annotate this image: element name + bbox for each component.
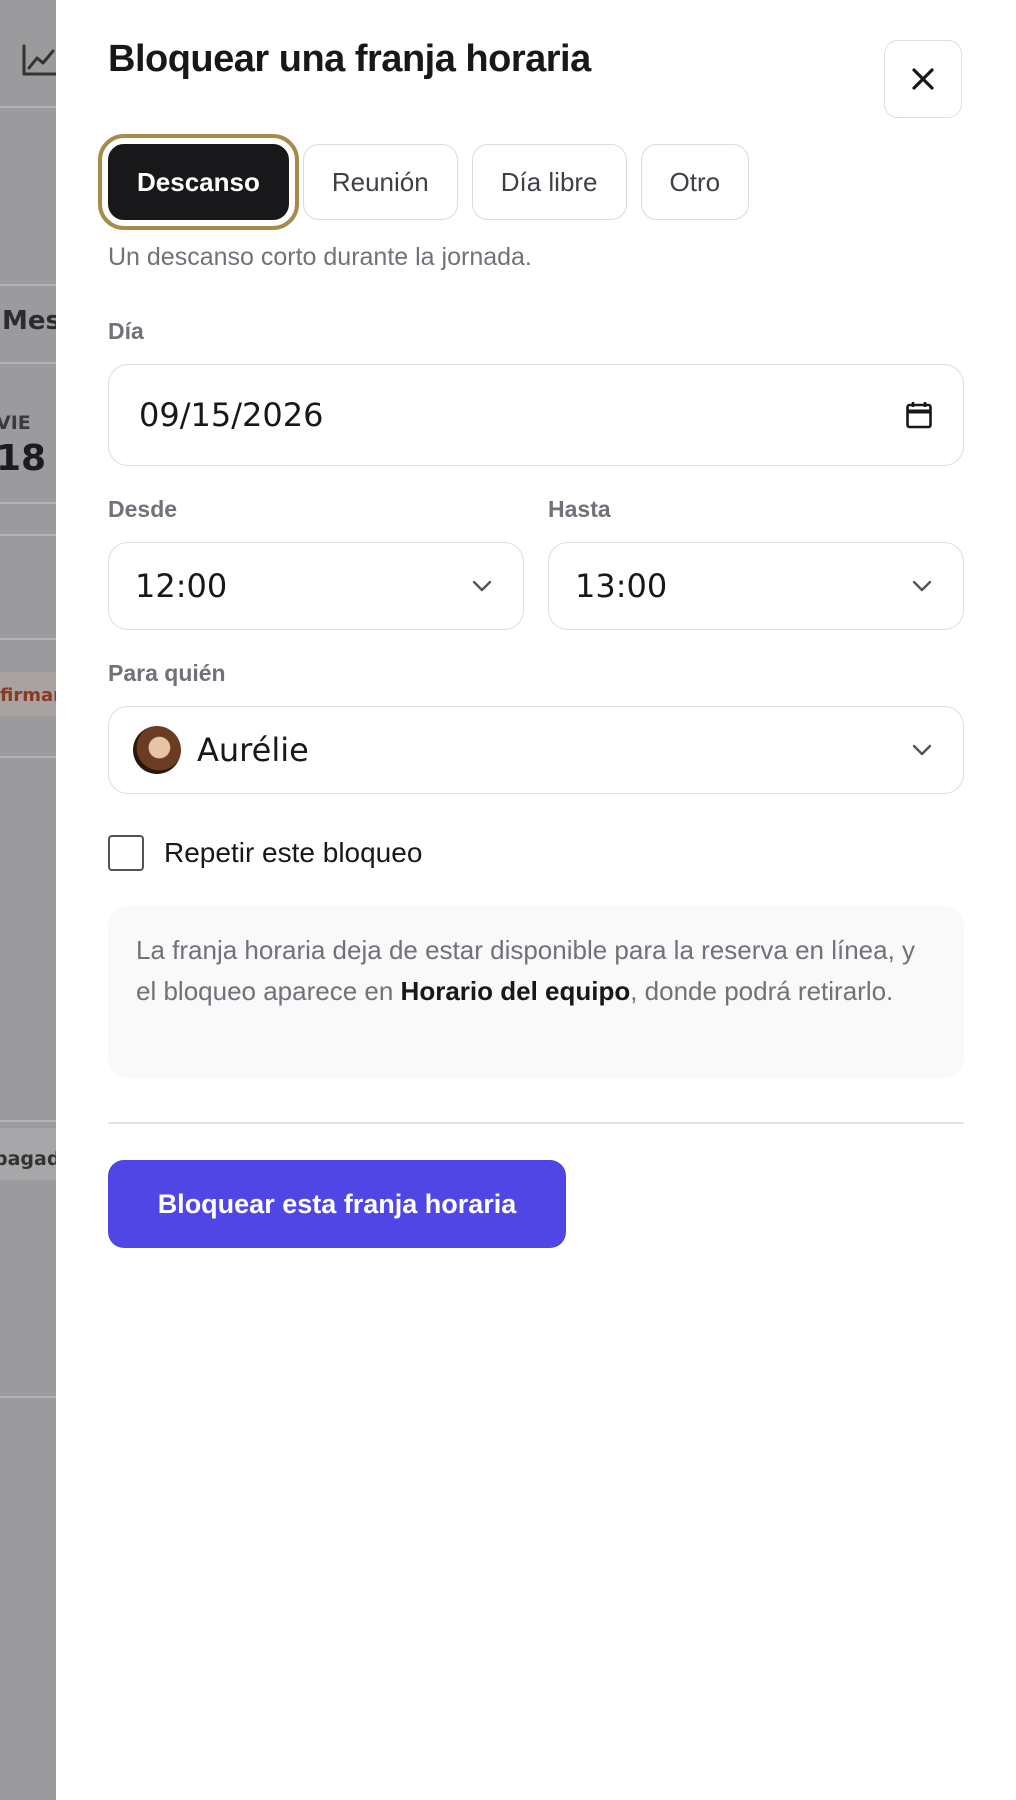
day-abbr: VIE <box>0 412 31 434</box>
type-hint: Un descanso corto durante la jornada. <box>108 243 532 271</box>
day-date-input[interactable]: 09/15/2026 <box>108 364 964 466</box>
to-time-select[interactable]: 13:00 <box>548 542 964 630</box>
status-paid: pagado <box>0 1148 56 1170</box>
day-value: 09/15/2026 <box>139 396 324 434</box>
block-slot-button[interactable]: Bloquear esta franja horaria <box>108 1160 566 1248</box>
close-icon <box>912 68 934 90</box>
block-type-selector: Descanso Reunión Día libre Otro <box>98 134 750 230</box>
repeat-block-label: Repetir este bloqueo <box>164 837 423 868</box>
staff-value: Aurélie <box>197 731 309 769</box>
info-note-text-end: , donde podrá retirarlo. <box>630 976 894 1006</box>
calendar-icon[interactable] <box>905 400 933 430</box>
view-label-month: Mes <box>2 306 56 336</box>
type-option-reunion[interactable]: Reunión <box>302 144 458 220</box>
from-label: Desde <box>108 496 178 522</box>
type-option-otro[interactable]: Otro <box>640 144 750 220</box>
chevron-down-icon <box>911 743 933 757</box>
info-note-emphasis: Horario del equipo <box>400 976 631 1006</box>
close-button[interactable] <box>884 40 962 118</box>
block-time-slot-panel: Bloquear una franja horaria Descanso Reu… <box>56 0 1016 1800</box>
to-label: Hasta <box>548 496 611 522</box>
day-label: Día <box>108 318 144 344</box>
background-app: Mes VIE 18 firmar pagado <box>0 0 56 1800</box>
from-value: 12:00 <box>135 567 228 605</box>
to-value: 13:00 <box>575 567 668 605</box>
chevron-down-icon <box>471 579 493 593</box>
info-note: La franja horaria deja de estar disponib… <box>108 906 964 1078</box>
day-number: 18 <box>0 438 47 479</box>
avatar <box>133 726 181 774</box>
from-time-select[interactable]: 12:00 <box>108 542 524 630</box>
staff-select[interactable]: Aurélie <box>108 706 964 794</box>
divider <box>108 1122 964 1124</box>
chevron-down-icon <box>911 579 933 593</box>
type-option-dia-libre[interactable]: Día libre <box>471 144 627 220</box>
repeat-block-checkbox[interactable] <box>108 835 144 871</box>
status-confirm: firmar <box>0 685 56 706</box>
chart-line-icon <box>22 44 56 76</box>
for-whom-label: Para quién <box>108 660 226 686</box>
repeat-block-row[interactable]: Repetir este bloqueo <box>108 835 422 871</box>
type-option-descanso[interactable]: Descanso <box>98 134 299 230</box>
panel-title: Bloquear una franja horaria <box>108 38 591 80</box>
